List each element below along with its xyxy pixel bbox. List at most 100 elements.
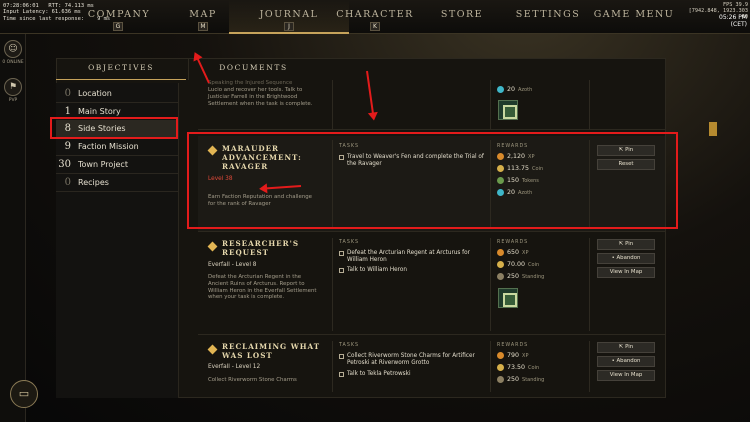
reward-coin: 70.00 Coin <box>497 261 539 268</box>
nav-label: STORE <box>440 9 484 20</box>
reward-label: Standing <box>522 376 545 383</box>
objective-town-project[interactable]: 30 Town Project <box>56 156 179 174</box>
objective-location[interactable]: 0 Location <box>56 85 179 103</box>
quest-title-line: REQUEST <box>222 248 269 257</box>
objective-label: Town Project <box>78 160 128 169</box>
top-nav-bar: COMPANY G MAP M JOURNAL J CHARACTER K ST… <box>0 0 750 34</box>
scrollbar-thumb[interactable] <box>709 122 717 136</box>
objective-count: 30 <box>58 159 71 170</box>
task-item: Talk to Tekla Petrowski <box>339 371 485 378</box>
key-hint-map: M <box>198 22 208 31</box>
quest-entry-researcher[interactable]: RESEARCHER'S REQUEST Everfall - Level 8 D… <box>198 234 665 335</box>
divider <box>490 341 491 392</box>
coin-icon <box>497 364 504 371</box>
abandon-button[interactable]: • Abandon <box>597 253 655 264</box>
standing-icon <box>497 376 504 383</box>
nav-label: GAME MENU <box>593 9 675 20</box>
online-count: 0 ONLINE <box>2 60 24 65</box>
xp-icon <box>497 249 504 256</box>
clock-time: 05:26 PM <box>719 14 747 21</box>
quest-title: RECLAIMING WHAT WAS LOST <box>222 342 320 360</box>
abandon-button[interactable]: • Abandon <box>597 356 655 367</box>
pin-button[interactable]: ⇱ Pin <box>597 342 655 353</box>
quest-location-level: Everfall - Level 8 <box>208 262 257 268</box>
quest-description: Lucio and recover her tools. Talk to Jus… <box>208 87 313 107</box>
reward-label: XP <box>522 352 529 359</box>
reward-xp: 650 XP <box>497 249 528 256</box>
quest-description: Collect Riverworm Stone Charms <box>208 377 297 383</box>
objective-recipes[interactable]: 0 Recipes <box>56 174 179 192</box>
quest-description: Defeat the Arcturian Regent in the Ancie… <box>208 274 317 301</box>
button-label: Pin <box>625 344 634 350</box>
coin-icon <box>497 261 504 268</box>
objective-label: Faction Mission <box>78 142 139 151</box>
reward-item-icon[interactable] <box>498 288 518 308</box>
debug-line: Time since last response: 9 ms <box>3 15 111 22</box>
highlight-quest <box>187 132 678 229</box>
nav-label: MAP <box>189 9 217 20</box>
clock-zone: (CET) <box>730 21 747 28</box>
reward-standing: 250 Standing <box>497 376 544 383</box>
reward-label: Standing <box>522 273 545 280</box>
objective-count: 0 <box>64 177 71 188</box>
quest-entry-reclaiming[interactable]: RECLAIMING WHAT WAS LOST Everfall - Level… <box>198 337 665 392</box>
reward-label: XP <box>522 249 529 256</box>
divider <box>490 238 491 331</box>
debug-overlay: 07:28:06:01 RTT: 74.113 ms Input Latency:… <box>3 3 110 22</box>
tasks-heading: TASKS <box>339 343 360 348</box>
tab-objectives[interactable]: OBJECTIVES <box>56 58 186 80</box>
task-item: Talk to William Heron <box>339 267 485 274</box>
reward-value: 790 <box>507 352 520 359</box>
rewards-heading: REWARDS <box>497 343 529 348</box>
chat-bubble-icon[interactable]: ▭ <box>10 380 38 408</box>
journal-tabs: OBJECTIVES DOCUMENTS <box>56 58 666 80</box>
pin-button[interactable]: ⇱ Pin <box>597 239 655 250</box>
reward-value: 650 <box>507 249 520 256</box>
quest-marker-icon <box>207 241 218 252</box>
objective-count: 0 <box>64 88 71 99</box>
quest-entry-previous[interactable]: Speaking the Injured Sequence Lucio and … <box>198 80 665 130</box>
task-item: Defeat the Arcturian Regent at Arcturus … <box>339 250 485 263</box>
nav-label: SETTINGS <box>515 9 581 20</box>
divider <box>332 341 333 392</box>
quest-marker-icon <box>207 344 218 355</box>
pvp-flag-icon[interactable]: ⚑ <box>4 78 22 96</box>
reward-value: 70.00 <box>507 261 526 268</box>
button-label: Pin <box>625 241 634 247</box>
divider <box>332 80 333 130</box>
reward-item-icon[interactable] <box>498 100 518 120</box>
divider <box>490 80 491 130</box>
reward-value: 250 <box>507 273 520 280</box>
standing-icon <box>497 273 504 280</box>
view-in-map-button[interactable]: View In Map <box>597 267 655 278</box>
objective-label: Recipes <box>78 178 109 187</box>
objective-count: 1 <box>64 106 71 117</box>
friends-icon[interactable]: ☺ <box>4 40 22 58</box>
reward-label: Coin <box>528 261 540 268</box>
azoth-icon <box>497 86 504 93</box>
reward-xp: 790 XP <box>497 352 528 359</box>
objective-label: Main Story <box>78 107 121 116</box>
objective-count: 9 <box>64 141 71 152</box>
pvp-label: PVP <box>8 98 18 103</box>
reward-label: Coin <box>528 364 540 371</box>
reward-standing: 250 Standing <box>497 273 544 280</box>
quest-desc-cut: Speaking the Injured Sequence <box>208 80 293 86</box>
quest-title-line: RESEARCHER'S <box>222 239 300 248</box>
objective-faction-mission[interactable]: 9 Faction Mission <box>56 138 179 156</box>
quest-list: Speaking the Injured Sequence Lucio and … <box>198 80 665 392</box>
nav-game-menu[interactable]: GAME MENU <box>574 0 694 34</box>
objective-label: Location <box>78 89 112 98</box>
highlight-side-stories <box>50 117 178 139</box>
reward-value: 73.50 <box>507 364 526 371</box>
reward-value: 20 <box>507 86 516 93</box>
reward-azoth: 20 Azoth <box>497 86 532 93</box>
view-in-map-button[interactable]: View In Map <box>597 370 655 381</box>
divider <box>589 341 590 392</box>
key-hint-character: K <box>370 22 380 31</box>
left-social-bar: ☺ 0 ONLINE ⚑ PVP <box>0 34 26 422</box>
reward-coin: 73.50 Coin <box>497 364 539 371</box>
key-hint-journal: J <box>284 22 294 31</box>
button-label: Abandon <box>616 358 641 364</box>
nav-label: JOURNAL <box>259 9 319 20</box>
